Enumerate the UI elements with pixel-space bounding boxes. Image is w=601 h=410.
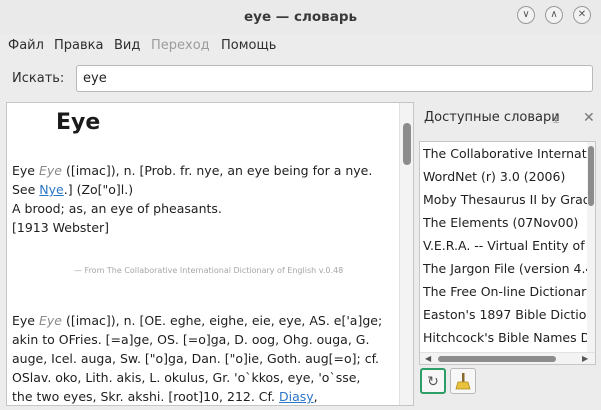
close-icon[interactable]: ✕ [583, 110, 595, 126]
dictionary-item[interactable]: The Collaborative International Dictiona… [423, 146, 595, 169]
window-title: eye — словарь [243, 9, 358, 25]
scroll-left-arrow-icon[interactable]: ◀ [425, 353, 431, 364]
menu-go[interactable]: Переход [151, 38, 210, 53]
dictionary-vertical-scroll-thumb[interactable] [588, 146, 594, 206]
search-label: Искать: [12, 71, 65, 86]
menu-view[interactable]: Вид [114, 38, 140, 53]
dictionary-item[interactable]: WordNet (r) 3.0 (2006) [423, 169, 595, 192]
dictionary-list[interactable]: The Collaborative International Dictiona… [419, 141, 596, 365]
article-scrollbar[interactable] [399, 103, 413, 405]
headword: Eye [38, 313, 62, 328]
search-input[interactable] [76, 65, 593, 92]
headword: Eye [38, 163, 62, 178]
menu-help[interactable]: Помощь [221, 38, 276, 53]
dictionary-item[interactable]: Moby Thesaurus II by Grady Ward [423, 192, 595, 215]
dictionary-item[interactable]: The Jargon File (version 4.4.7) [423, 261, 595, 284]
dictionary-item[interactable]: The Free On-line Dictionary of Computing [423, 284, 595, 307]
definition-1: Eye Eye ([imac]), n. [Prob. fr. nye, an … [12, 163, 373, 235]
clear-button[interactable] [450, 368, 476, 394]
menu-file[interactable]: Файл [8, 38, 44, 53]
link-daisy[interactable]: Diasy [279, 389, 314, 404]
article-scroll-thumb[interactable] [403, 123, 411, 165]
dictionary-vertical-scrollbar[interactable] [587, 142, 595, 352]
broom-icon [455, 373, 471, 390]
source-note: — From The Collaborative International D… [74, 266, 344, 275]
chevron-up-icon: ∧ [550, 9, 558, 20]
article-heading: Eye [56, 110, 101, 135]
chevron-down-icon: ∨ [522, 9, 530, 20]
link-nye[interactable]: Nye [39, 182, 63, 197]
article-pane[interactable]: Eye Eye Eye ([imac]), n. [Prob. fr. nye,… [6, 102, 414, 406]
dictionary-item[interactable]: Hitchcock's Bible Names Dictionary [423, 330, 595, 353]
dictionary-horizontal-scroll-thumb[interactable] [438, 356, 556, 362]
maximize-button[interactable]: ∧ [545, 6, 563, 24]
scroll-right-arrow-icon[interactable]: ▶ [582, 353, 588, 364]
dictionary-horizontal-scrollbar[interactable]: ◀ ▶ [420, 352, 595, 364]
close-icon: ✕ [577, 9, 587, 20]
refresh-button[interactable]: ↻ [420, 368, 446, 394]
minimize-button[interactable]: ∨ [517, 6, 535, 24]
menu-bar: Файл Правка Вид Переход Помощь [0, 34, 601, 58]
menu-edit[interactable]: Правка [54, 38, 103, 53]
dictionaries-title: Доступные словари [424, 110, 560, 125]
dictionary-item[interactable]: Easton's 1897 Bible Dictionary [423, 307, 595, 330]
dictionary-item[interactable]: V.E.R.A. -- Virtual Entity of Relevant A… [423, 238, 595, 261]
title-bar: eye — словарь ∨ ∧ ✕ [0, 0, 601, 34]
close-button[interactable]: ✕ [573, 6, 591, 24]
download-arrow-icon[interactable]: ⤓ [553, 110, 559, 126]
dictionary-item[interactable]: The Elements (07Nov00) [423, 215, 595, 238]
definition-2: Eye Eye ([imac]), n. [OE. eghe, eighe, e… [12, 313, 383, 404]
refresh-icon: ↻ [427, 374, 439, 390]
search-row: Искать: [0, 58, 601, 98]
